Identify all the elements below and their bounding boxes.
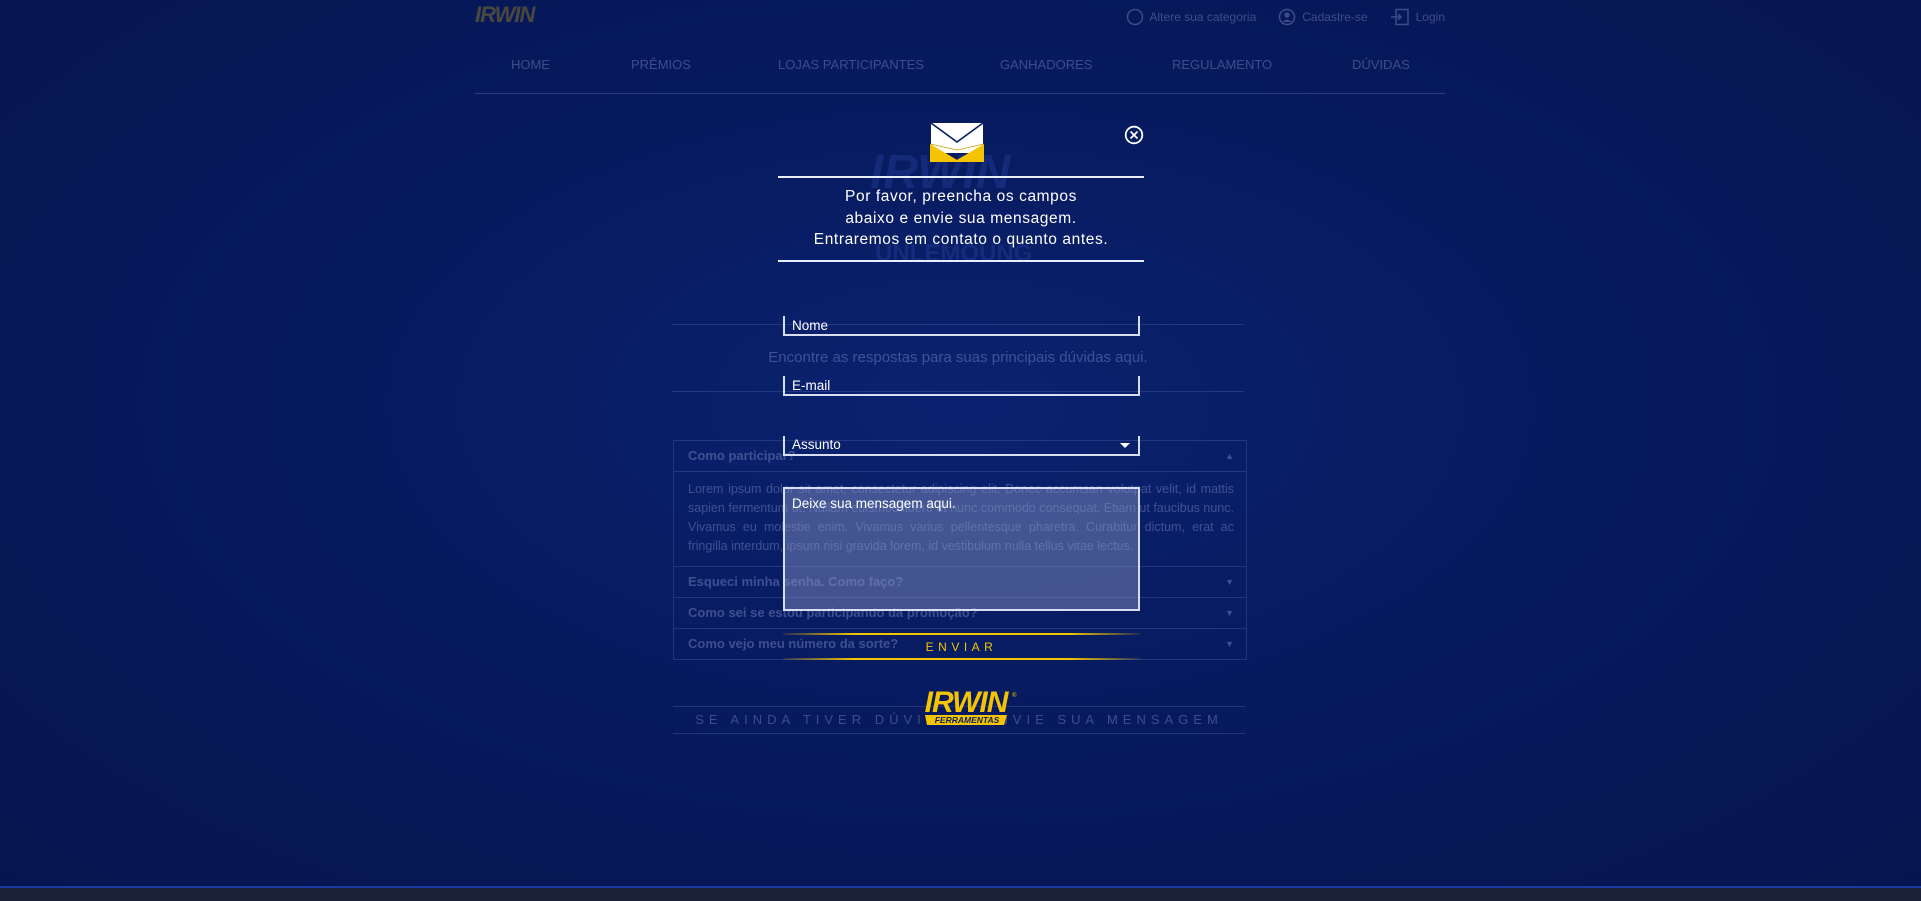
chevron-down-icon: ▼ — [1225, 608, 1234, 618]
caret-down-icon — [1120, 443, 1130, 448]
header-links: Altere sua categoria Cadastre-se Login — [1126, 8, 1445, 26]
signup-link[interactable]: Cadastre-se — [1278, 8, 1368, 26]
nav-home[interactable]: HOME — [511, 57, 550, 72]
circle-icon — [1126, 8, 1143, 26]
envelope-icon — [930, 122, 984, 162]
divider-top — [778, 176, 1144, 178]
nav-premios[interactable]: PRÊMIOS — [631, 57, 691, 72]
subject-select[interactable]: Assunto — [783, 436, 1140, 456]
contact-modal: Por favor, preencha os campos abaixo e e… — [778, 118, 1144, 738]
svg-text:FERRAMENTAS: FERRAMENTAS — [935, 715, 1000, 725]
email-field[interactable] — [783, 376, 1140, 396]
close-icon[interactable] — [1124, 125, 1144, 145]
subject-selected-value: Assunto — [792, 437, 841, 452]
name-input[interactable] — [785, 316, 1138, 334]
header-logo[interactable]: IRWIN — [475, 4, 537, 30]
main-nav: HOME PRÊMIOS LOJAS PARTICIPANTES GANHADO… — [475, 47, 1445, 94]
chevron-down-icon: ▼ — [1225, 639, 1234, 649]
login-icon — [1390, 8, 1409, 26]
modal-message: Por favor, preencha os campos abaixo e e… — [813, 188, 1109, 248]
chevron-down-icon: ▼ — [1225, 577, 1234, 587]
nav-lojas[interactable]: LOJAS PARTICIPANTES — [778, 57, 924, 72]
chevron-up-icon: ▲ — [1225, 451, 1234, 461]
email-input[interactable] — [785, 376, 1138, 394]
footer-bar — [0, 888, 1921, 901]
send-button[interactable]: ENVIAR — [783, 633, 1140, 660]
svg-text:®: ® — [1012, 692, 1017, 699]
message-textarea[interactable] — [785, 489, 1138, 609]
user-icon — [1279, 8, 1296, 26]
login-link[interactable]: Login — [1390, 8, 1445, 26]
send-line-top — [783, 633, 1140, 635]
divider-bottom — [778, 260, 1144, 262]
send-line-bottom — [783, 658, 1140, 660]
message-field[interactable] — [783, 487, 1140, 611]
name-field[interactable] — [783, 316, 1140, 336]
change-category-link[interactable]: Altere sua categoria — [1126, 8, 1256, 26]
nav-ganhadores[interactable]: GANHADORES — [1000, 57, 1092, 72]
send-button-label: ENVIAR — [925, 640, 998, 654]
top-bar: IRWIN Altere sua categoria Cadastre-se L… — [475, 0, 1445, 36]
nav-regulamento[interactable]: REGULAMENTO — [1172, 57, 1272, 72]
irwin-logo: IRWIN ® FERRAMENTAS — [925, 686, 1017, 725]
nav-duvidas[interactable]: DÚVIDAS — [1352, 57, 1410, 72]
